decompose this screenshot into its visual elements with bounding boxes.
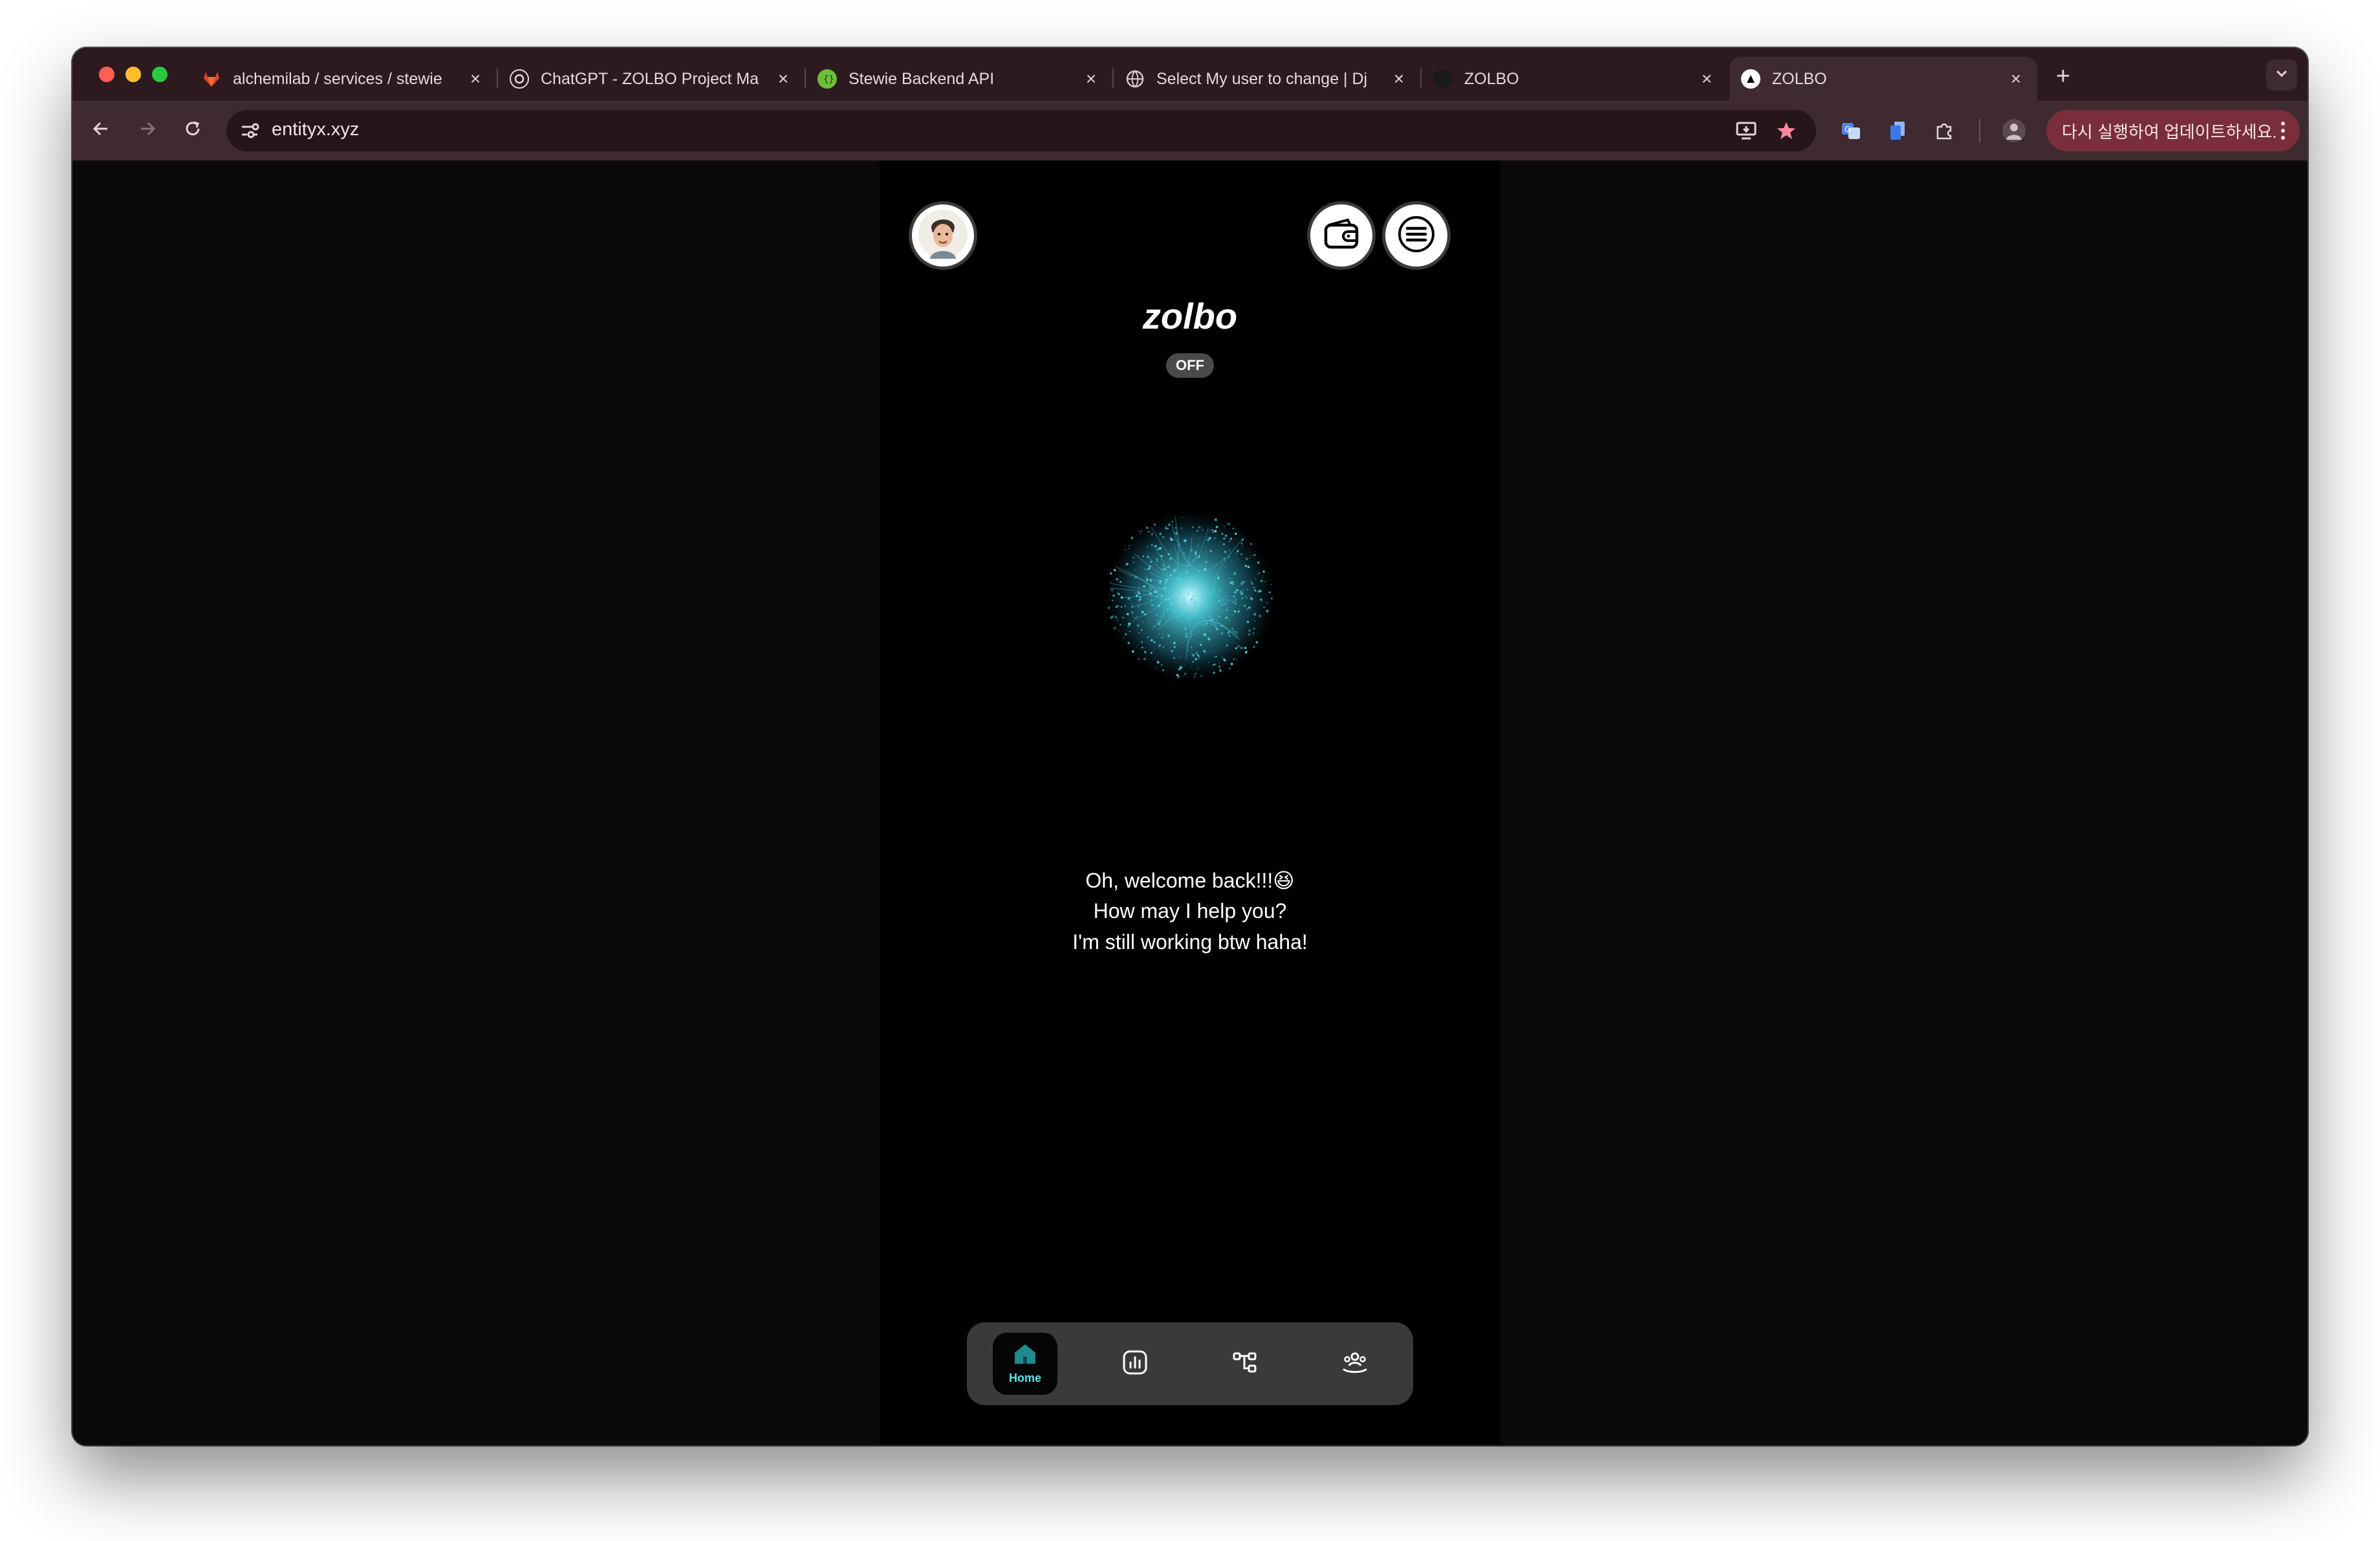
tab-close-icon[interactable]: × [2006,69,2026,89]
flow-icon [1232,1350,1258,1379]
nav-flow[interactable] [1213,1333,1277,1395]
minimize-window-button[interactable] [125,67,141,82]
tab-close-icon[interactable]: × [1389,69,1409,89]
forward-button[interactable] [131,114,164,148]
translate-extension-icon[interactable]: G [1835,115,1866,146]
nav-community[interactable] [1323,1333,1387,1395]
arrow-right-icon [138,118,157,144]
maximize-window-button[interactable] [152,67,168,82]
zolbo-app: zolbo OFF Oh, welcome back!!!😆 How may I… [880,160,1500,1445]
tab-title: ZOLBO [1772,69,1827,88]
more-vertical-icon [2280,120,2286,146]
status-toggle[interactable]: OFF [1166,353,1214,378]
nav-home-label: Home [1008,1372,1041,1384]
update-button-label: 다시 실행하여 업데이트하세요. [2062,122,2277,142]
arrow-left-icon [92,118,110,144]
tab-strip: alchemilab / services / stewie × ChatGPT… [72,48,2308,101]
new-tab-button[interactable]: + [2049,62,2077,91]
tab-close-icon[interactable]: × [774,69,793,89]
tab-close-icon[interactable]: × [466,69,485,89]
browser-window: alchemilab / services / stewie × ChatGPT… [72,48,2308,1445]
brand-logo: zolbo [1142,296,1238,336]
globe-icon [1125,69,1145,89]
hamburger-menu-icon [1397,215,1436,257]
extensions-puzzle-icon[interactable] [1929,115,1960,146]
svg-text:{}: {} [823,74,833,85]
tab-title: Select My user to change | Dj [1156,69,1368,88]
profile-avatar-button[interactable] [912,204,974,267]
address-bar[interactable]: entityx.xyz [226,110,1816,151]
menu-button[interactable] [1385,204,1447,267]
tab-django-admin[interactable]: Select My user to change | Dj × [1114,57,1420,101]
site-settings-icon[interactable] [238,119,261,146]
zolbo-triangle-icon [1741,69,1760,89]
tab-close-icon[interactable]: × [1697,69,1716,89]
api-docs-icon: {} [817,69,837,89]
wallet-icon [1322,216,1361,256]
tab-title: alchemilab / services / stewie [233,69,442,88]
avatar-icon [917,208,969,263]
tab-gitlab[interactable]: alchemilab / services / stewie × [190,57,497,101]
close-window-button[interactable] [99,67,114,82]
install-app-icon[interactable] [1731,115,1762,146]
page-viewport: zolbo OFF Oh, welcome back!!!😆 How may I… [72,160,2308,1445]
welcome-message-line-3: I'm still working btw haha! [1072,930,1308,954]
tab-zolbo[interactable]: ZOLBO × [1422,57,1728,101]
chart-icon [1122,1350,1148,1379]
nav-stats[interactable] [1103,1333,1167,1395]
nav-home[interactable]: Home [993,1333,1057,1395]
openai-icon [510,69,529,89]
blank-icon [1433,69,1453,89]
docs-extension-icon[interactable] [1882,115,1913,146]
reload-button[interactable] [176,114,210,148]
bottom-nav: Home [967,1322,1413,1405]
tab-title: Stewie Backend API [849,69,995,88]
url-text: entityx.xyz [272,119,360,140]
chevron-down-icon [2275,69,2288,82]
profile-avatar[interactable] [1998,115,2029,146]
tab-chatgpt[interactable]: ChatGPT - ZOLBO Project Ma × [498,57,805,101]
tab-zolbo-active[interactable]: ZOLBO × [1729,57,2037,101]
tab-close-icon[interactable]: × [1081,69,1101,89]
tab-stewie-api[interactable]: {} Stewie Backend API × [806,57,1112,101]
toolbar-divider [1979,119,1980,142]
tab-title: ZOLBO [1464,69,1519,88]
bookmark-star-icon[interactable] [1771,115,1802,146]
back-button[interactable] [84,114,118,148]
tab-title: ChatGPT - ZOLBO Project Ma [541,69,759,88]
wallet-button[interactable] [1310,204,1372,267]
reload-icon [184,118,202,144]
welcome-message-line-2: How may I help you? [1093,899,1287,923]
home-icon [1012,1342,1038,1369]
tab-search-button[interactable] [2266,60,2297,91]
relaunch-update-button[interactable]: 다시 실행하여 업데이트하세요. [2046,110,2300,151]
gitlab-icon [202,69,221,89]
welcome-message-line-1: Oh, welcome back!!!😆 [1085,869,1295,892]
svg-text:G: G [1844,125,1850,134]
ai-orb-visual [1103,510,1277,683]
browser-toolbar: entityx.xyz G 다시 실행하여 업데이트하세요. [72,101,2308,160]
community-icon [1341,1350,1368,1379]
